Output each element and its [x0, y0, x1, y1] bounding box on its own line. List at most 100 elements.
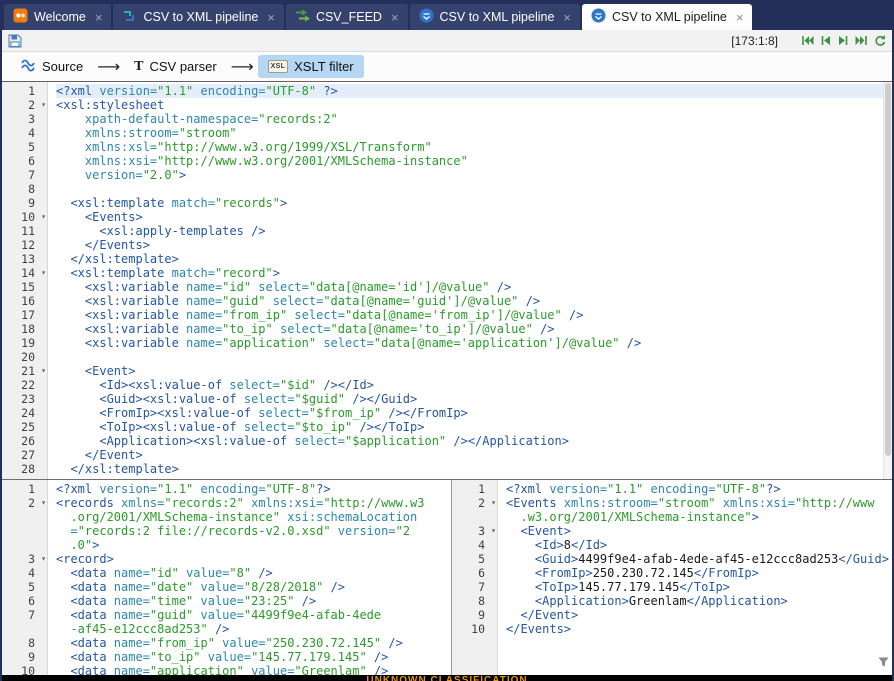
code-token: <?xml — [56, 84, 99, 98]
code-token: "$to_ip" — [294, 420, 352, 434]
fold-toggle-icon[interactable]: ▾ — [41, 266, 46, 280]
close-tab-icon[interactable]: × — [267, 11, 275, 24]
code-token: value= — [201, 650, 252, 664]
line-number: 9 — [478, 608, 485, 622]
xslt-editor-scrollbar[interactable] — [883, 82, 892, 479]
input-data-pane[interactable]: 12▾3▾45678910 <?xml version="1.1" encodi… — [2, 480, 451, 675]
code-line: <xsl:variable name="guid" select="data[@… — [56, 294, 892, 308]
close-tab-icon[interactable]: × — [391, 11, 399, 24]
welcome-icon — [13, 8, 28, 26]
filter-funnel-icon[interactable] — [878, 654, 889, 672]
step-first-icon[interactable] — [801, 34, 814, 47]
step-back-icon[interactable] — [819, 34, 832, 47]
line-number: 3 — [478, 524, 485, 538]
fold-toggle-icon[interactable]: ▾ — [41, 364, 46, 378]
close-tab-icon[interactable]: × — [736, 11, 744, 24]
code-token: </Events> — [56, 238, 150, 252]
code-token: "application" — [222, 336, 316, 350]
tab-label: CSV to XML pipeline — [143, 10, 258, 24]
fold-toggle-icon[interactable]: ▾ — [41, 552, 46, 566]
code-token: <Application><xsl:value-of — [56, 434, 294, 448]
code-token: <Event> — [506, 524, 571, 538]
code-token: <xsl:variable — [56, 280, 186, 294]
fold-toggle-icon[interactable]: ▾ — [41, 496, 46, 510]
close-tab-icon[interactable]: × — [563, 11, 571, 24]
gutter-line: 1 — [2, 482, 47, 496]
tab-welcome[interactable]: Welcome × — [4, 4, 111, 30]
gutter-line: 6 — [2, 594, 47, 608]
code-token: name= — [186, 322, 222, 336]
element-source[interactable]: Source — [10, 54, 93, 79]
code-line: <xsl:stylesheet — [56, 98, 892, 112]
code-token: "1.1" — [157, 84, 193, 98]
gutter-line — [2, 524, 47, 538]
input-pane-code[interactable]: <?xml version="1.1" encoding="UTF-8"?><r… — [48, 480, 451, 675]
code-line: xmlns:stroom="stroom" — [56, 126, 892, 140]
code-token: /> — [562, 308, 584, 322]
scrollbar-thumb[interactable] — [885, 83, 891, 456]
output-pane-code[interactable]: <?xml version="1.1" encoding="UTF-8"?><E… — [498, 480, 892, 675]
line-number: 6 — [478, 566, 485, 580]
line-number: 11 — [21, 224, 35, 238]
code-token: /></Guid> — [345, 392, 417, 406]
element-xslt-filter[interactable]: XSL XSLT filter — [258, 55, 364, 78]
code-token: /></Application> — [446, 434, 569, 448]
code-token: .0" — [56, 538, 92, 552]
feed-icon — [295, 8, 310, 26]
code-token: <data — [56, 636, 114, 650]
code-line: <data name="time" value="23:25" /> — [56, 594, 451, 608]
output-data-pane[interactable]: 12▾3▾45678910 <?xml version="1.1" encodi… — [452, 480, 892, 675]
code-token: -af45-e12ccc8ad253" — [56, 622, 208, 636]
tab-stepping-2-active[interactable]: CSV to XML pipeline × — [582, 4, 752, 30]
fold-toggle-icon[interactable]: ▾ — [41, 210, 46, 224]
xslt-editor-code[interactable]: <?xml version="1.1" encoding="UTF-8" ?><… — [48, 82, 892, 479]
save-icon[interactable] — [8, 34, 22, 48]
fold-toggle-icon[interactable]: ▾ — [491, 496, 496, 510]
code-line: <data name="guid" value="4499f9e4-afab-4… — [56, 608, 451, 622]
tab-csv-feed[interactable]: CSV_FEED × — [286, 4, 408, 30]
code-token: value= — [193, 608, 244, 622]
code-token: <record> — [56, 552, 114, 566]
code-line: <Id><xsl:value-of select="$id" /></Id> — [56, 378, 892, 392]
code-token: /> — [323, 580, 345, 594]
tab-pipeline-doc[interactable]: CSV to XML pipeline × — [113, 4, 283, 30]
fold-toggle-icon[interactable]: ▾ — [41, 98, 46, 112]
refresh-icon[interactable] — [873, 34, 886, 47]
code-token: 4499f9e4-afab-4ede-af45-e12ccc8ad253 — [578, 552, 838, 566]
code-token: name= — [114, 650, 150, 664]
gutter-line: 2▾ — [452, 496, 497, 510]
code-token: xmlns:xsi= — [244, 496, 323, 510]
xslt-code-editor[interactable]: 12▾345678910▾11121314▾15161718192021▾222… — [2, 82, 892, 479]
tab-stepping-1[interactable]: CSV to XML pipeline × — [410, 4, 580, 30]
code-token: name= — [114, 580, 150, 594]
gutter-line: 6 — [452, 566, 497, 580]
text-converter-icon: T — [134, 60, 143, 74]
step-last-icon[interactable] — [855, 34, 868, 47]
code-line: <Application><xsl:value-of select="$appl… — [56, 434, 892, 448]
line-number: 12 — [21, 238, 35, 252]
code-line: xmlns:xsl="http://www.w3.org/1999/XSL/Tr… — [56, 140, 892, 154]
code-token: /> — [620, 336, 642, 350]
code-token: <data — [56, 608, 114, 622]
step-forward-icon[interactable] — [837, 34, 850, 47]
element-csv-parser[interactable]: T CSV parser — [124, 55, 227, 78]
close-tab-icon[interactable]: × — [95, 11, 103, 24]
fold-toggle-icon[interactable]: ▾ — [491, 524, 496, 538]
gutter-line: 4 — [452, 538, 497, 552]
code-token: Greenlam — [629, 594, 687, 608]
gutter-line: 2▾ — [2, 496, 47, 510]
gutter-line — [2, 622, 47, 636]
code-line — [56, 350, 892, 364]
gutter-line: 7 — [2, 608, 47, 622]
line-number: 19 — [21, 336, 35, 350]
line-number: 5 — [28, 580, 35, 594]
gutter-line: 10▾ — [2, 210, 47, 224]
tab-label: CSV_FEED — [316, 10, 382, 24]
line-number: 25 — [21, 420, 35, 434]
line-number: 14 — [21, 266, 35, 280]
code-token: <xsl:apply-templates /> — [56, 224, 266, 238]
line-number: 9 — [28, 196, 35, 210]
code-token: > — [273, 266, 280, 280]
code-token: version= — [99, 482, 157, 496]
line-number: 4 — [478, 538, 485, 552]
